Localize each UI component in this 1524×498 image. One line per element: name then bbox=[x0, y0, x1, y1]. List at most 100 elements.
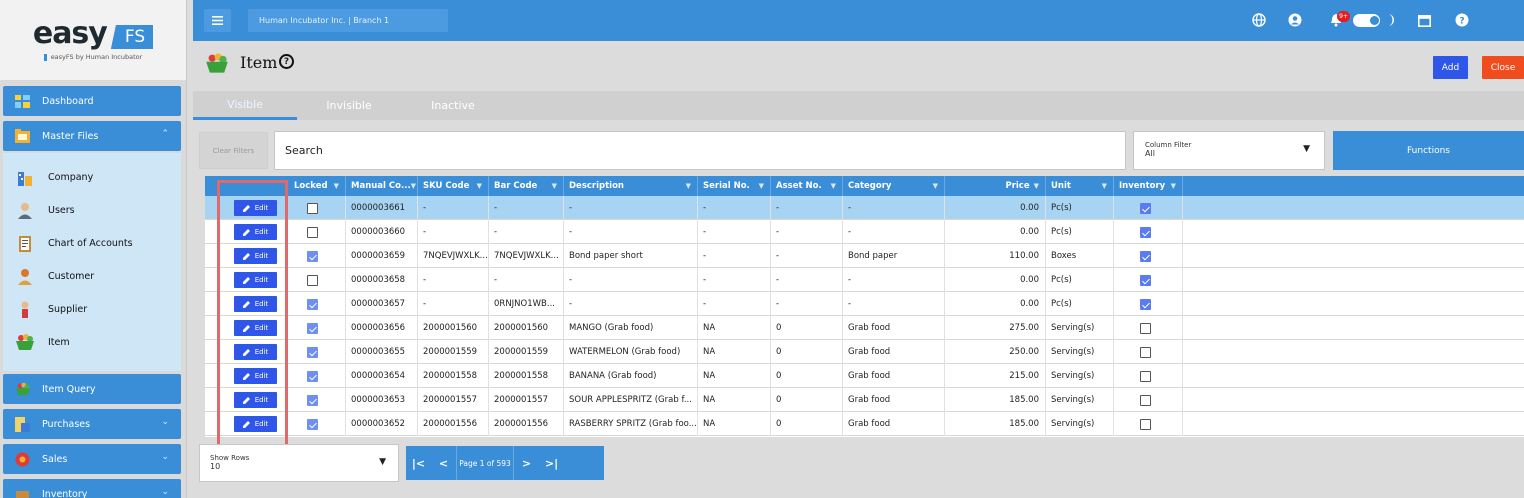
moon-icon[interactable] bbox=[1385, 11, 1397, 29]
filter-icon[interactable]: ▼ bbox=[1171, 182, 1176, 190]
locked-checkbox[interactable] bbox=[307, 346, 318, 358]
first-page-button[interactable]: |< bbox=[406, 446, 431, 480]
header-unit[interactable]: Unit ▼ bbox=[1046, 176, 1114, 196]
tab-inactive[interactable]: Inactive bbox=[401, 91, 505, 120]
header-serial-no[interactable]: Serial No. ▼ bbox=[698, 176, 771, 196]
last-page-button[interactable]: >| bbox=[539, 446, 564, 480]
globe-icon[interactable] bbox=[1252, 11, 1266, 29]
filter-icon[interactable]: ▼ bbox=[477, 182, 482, 190]
filter-icon[interactable]: ▼ bbox=[1102, 182, 1107, 190]
locked-checkbox[interactable] bbox=[307, 202, 318, 214]
filter-icon[interactable]: ▼ bbox=[831, 182, 836, 190]
table-row[interactable]: Edit 0000003660- - - - - -0.00 Pc(s) bbox=[205, 220, 1524, 244]
sidebar-item-supplier[interactable]: Supplier bbox=[15, 296, 87, 322]
table-row[interactable]: Edit 0000003658- - - - - -0.00 Pc(s) bbox=[205, 268, 1524, 292]
header-asset-no[interactable]: Asset No. ▼ bbox=[771, 176, 843, 196]
table-row[interactable]: Edit 0000003661- - - - - -0.00 Pc(s) bbox=[205, 196, 1524, 220]
show-rows-select[interactable]: Show Rows 10 ▼ bbox=[199, 444, 399, 482]
sidebar-item-users[interactable]: Users bbox=[15, 197, 75, 223]
functions-button[interactable]: Functions bbox=[1333, 131, 1524, 170]
nav-inventory[interactable]: Inventory ⌄ bbox=[3, 479, 181, 498]
next-page-button[interactable]: > bbox=[514, 446, 539, 480]
hamburger-menu-button[interactable] bbox=[204, 9, 231, 32]
nav-sales[interactable]: Sales ⌄ bbox=[3, 444, 181, 474]
close-button[interactable]: Close bbox=[1482, 56, 1524, 79]
add-button[interactable]: Add bbox=[1433, 56, 1468, 79]
theme-toggle[interactable] bbox=[1353, 11, 1380, 29]
table-row[interactable]: Edit 0000003655 2000001559 2000001559 WATERM… bbox=[205, 340, 1524, 364]
inventory-cell bbox=[1114, 244, 1183, 268]
locked-checkbox[interactable] bbox=[307, 418, 318, 430]
clear-filters-button[interactable]: Clear Filters bbox=[199, 132, 268, 169]
edit-button[interactable]: Edit bbox=[234, 224, 277, 240]
cell-cat: - bbox=[843, 220, 945, 244]
branch-selector[interactable]: Human Incubator Inc. | Branch 1 bbox=[248, 9, 448, 32]
sidebar-item-company[interactable]: Company bbox=[15, 164, 93, 190]
inventory-checkbox[interactable] bbox=[1140, 322, 1151, 334]
header-manual-code[interactable]: Manual Co... ▼ bbox=[346, 176, 418, 196]
nav-item-query[interactable]: Item Query bbox=[3, 374, 181, 404]
inventory-checkbox[interactable] bbox=[1140, 346, 1151, 358]
filter-icon[interactable]: ▼ bbox=[411, 182, 416, 190]
edit-button[interactable]: Edit bbox=[234, 272, 277, 288]
table-row[interactable]: Edit 0000003656 2000001560 2000001560 MANGO … bbox=[205, 316, 1524, 340]
tab-visible[interactable]: Visible bbox=[193, 91, 297, 120]
locked-checkbox[interactable] bbox=[307, 394, 318, 406]
search-input[interactable]: Search bbox=[274, 131, 1126, 170]
locked-checkbox[interactable] bbox=[307, 226, 318, 238]
tab-invisible[interactable]: Invisible bbox=[297, 91, 401, 120]
edit-button[interactable]: Edit bbox=[234, 248, 277, 264]
table-row[interactable]: Edit 0000003653 2000001557 2000001557 SOUR A… bbox=[205, 388, 1524, 412]
inventory-checkbox[interactable] bbox=[1140, 418, 1151, 430]
header-description[interactable]: Description ▼ bbox=[564, 176, 698, 196]
help-icon[interactable]: ? bbox=[279, 54, 294, 69]
header-bar-code[interactable]: Bar Code ▼ bbox=[489, 176, 564, 196]
edit-button[interactable]: Edit bbox=[234, 368, 277, 384]
logo[interactable]: easy FS easyFS by Human Incubator bbox=[0, 0, 186, 80]
edit-button[interactable]: Edit bbox=[234, 416, 277, 432]
inventory-checkbox[interactable] bbox=[1140, 226, 1151, 238]
header-sku-code[interactable]: SKU Code ▼ bbox=[418, 176, 489, 196]
filter-icon[interactable]: ▼ bbox=[686, 182, 691, 190]
sidebar-item-item[interactable]: Item bbox=[15, 329, 70, 355]
inventory-checkbox[interactable] bbox=[1140, 274, 1151, 286]
column-filter-select[interactable]: Column Filter All ▼ bbox=[1133, 131, 1325, 170]
locked-checkbox[interactable] bbox=[307, 274, 318, 286]
edit-button[interactable]: Edit bbox=[234, 392, 277, 408]
filter-icon[interactable]: ▼ bbox=[933, 182, 938, 190]
prev-page-button[interactable]: < bbox=[431, 446, 456, 480]
filter-icon[interactable]: ▼ bbox=[552, 182, 557, 190]
filter-icon[interactable]: ▼ bbox=[334, 182, 339, 190]
sidebar-item-customer[interactable]: Customer bbox=[15, 263, 94, 289]
filter-icon[interactable]: ▼ bbox=[1034, 182, 1039, 190]
help-circle-icon[interactable]: ? bbox=[1455, 11, 1469, 29]
nav-master-files[interactable]: Master Files ⌃ bbox=[3, 121, 181, 151]
inventory-checkbox[interactable] bbox=[1140, 298, 1151, 310]
header-category[interactable]: Category ▼ bbox=[843, 176, 945, 196]
edit-button[interactable]: Edit bbox=[234, 344, 277, 360]
table-row[interactable]: Edit 0000003652 2000001556 2000001556 RASBER… bbox=[205, 412, 1524, 436]
filter-icon[interactable]: ▼ bbox=[759, 182, 764, 190]
inventory-checkbox[interactable] bbox=[1140, 394, 1151, 406]
calendar-icon[interactable] bbox=[1418, 11, 1431, 29]
locked-checkbox[interactable] bbox=[307, 370, 318, 382]
table-row[interactable]: Edit 0000003657-0RNJNO1WB... - - - -0.00 Pc(s) bbox=[205, 292, 1524, 316]
locked-checkbox[interactable] bbox=[307, 250, 318, 262]
account-icon[interactable] bbox=[1288, 11, 1302, 29]
edit-button[interactable]: Edit bbox=[234, 320, 277, 336]
header-inventory[interactable]: Inventory ▼ bbox=[1114, 176, 1183, 196]
edit-button[interactable]: Edit bbox=[234, 296, 277, 312]
locked-checkbox[interactable] bbox=[307, 322, 318, 334]
sidebar-item-chart-of-accounts[interactable]: Chart of Accounts bbox=[15, 230, 133, 256]
edit-button[interactable]: Edit bbox=[234, 200, 277, 216]
header-price[interactable]: Price ▼ bbox=[945, 176, 1046, 196]
header-locked[interactable]: Locked ▼ bbox=[289, 176, 346, 196]
nav-purchases[interactable]: Purchases ⌄ bbox=[3, 409, 181, 439]
inventory-checkbox[interactable] bbox=[1140, 370, 1151, 382]
table-row[interactable]: Edit 0000003659 7NQEVJWXLK... 7NQEVJWXLK...… bbox=[205, 244, 1524, 268]
locked-checkbox[interactable] bbox=[307, 298, 318, 310]
nav-dashboard[interactable]: Dashboard bbox=[3, 86, 181, 116]
inventory-checkbox[interactable] bbox=[1140, 202, 1151, 214]
table-row[interactable]: Edit 0000003654 2000001558 2000001558 BANANA… bbox=[205, 364, 1524, 388]
inventory-checkbox[interactable] bbox=[1140, 250, 1151, 262]
